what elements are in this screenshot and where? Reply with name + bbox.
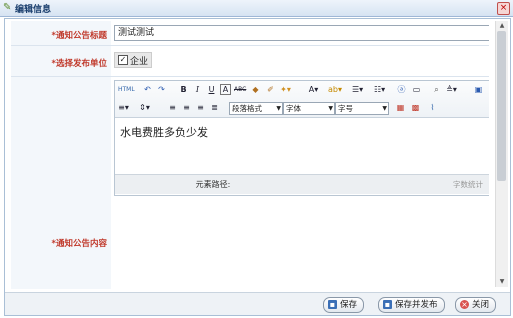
close-icon: × [460,300,469,309]
form-area: *通知公告标题 测试测试 *选择发布单位 ✓ 企业 *通知公告内容 HTML ↶ [11,21,489,289]
indent-icon[interactable]: ⇕▾ [139,102,150,113]
font-family-select[interactable]: 字体 ▼ [283,102,335,115]
image-icon[interactable]: ▦ [395,102,406,113]
unordered-list-icon[interactable]: ☷▾ [374,84,385,95]
strikethrough-icon[interactable]: ABC [234,84,246,95]
ordered-list-icon[interactable]: ☰▾ [352,84,363,95]
font-size-select[interactable]: 字号 ▼ [335,102,389,115]
italic-icon[interactable]: I [192,84,203,95]
content-label: *通知公告内容 [51,239,107,249]
link-icon[interactable]: ⓐ [396,84,407,95]
close-button[interactable]: × 关闭 [455,297,497,313]
auto-format-icon[interactable]: ✦▾ [280,84,291,95]
content-row: *通知公告内容 HTML ↶ ↷ B I U A ABC ◆ ✐ ✦▾ A▾ a… [11,77,489,289]
editor-toolbar: HTML ↶ ↷ B I U A ABC ◆ ✐ ✦▾ A▾ ab▾ ☰▾ ☷▾… [115,81,489,118]
paragraph-spacing-icon[interactable]: ≡▾ [118,102,129,113]
attachment-icon[interactable]: ⌇ [427,102,438,113]
unit-checkbox-wrap[interactable]: ✓ 企业 [114,52,152,68]
align-justify-icon[interactable]: ≣ [209,102,220,113]
multi-image-icon[interactable]: ▩ [410,102,421,113]
format-brush-icon[interactable]: ✐ [265,84,276,95]
unit-row: *选择发布单位 ✓ 企业 [11,46,489,77]
line-height-icon[interactable]: ≜▾ [446,84,457,95]
title-field-cell: 测试测试 [111,21,489,45]
bold-icon[interactable]: B [178,84,189,95]
undo-icon[interactable]: ↶ [142,84,153,95]
document-icon[interactable]: ▭ [411,84,422,95]
paragraph-format-select[interactable]: 段落格式 ▼ [229,102,283,115]
eraser-icon[interactable]: ◆ [250,84,261,95]
scrollbar-thumb[interactable] [497,31,506,181]
close-icon[interactable]: × [497,2,510,15]
dialog-footer: ▪ 保存 ▪ 保存并发布 × 关闭 [5,292,510,315]
chevron-down-icon: ▼ [382,105,387,112]
font-border-icon[interactable]: A [220,84,231,95]
unit-field-cell: ✓ 企业 [111,46,489,76]
title-label: *通知公告标题 [51,31,107,41]
unit-option-label: 企业 [130,57,149,67]
search-icon[interactable]: ⌕ [431,84,442,95]
save-icon: ▪ [383,300,392,309]
align-left-icon[interactable]: ≡ [167,102,178,113]
rich-text-editor: HTML ↶ ↷ B I U A ABC ◆ ✐ ✦▾ A▾ ab▾ ☰▾ ☷▾… [114,80,489,196]
html-source-icon[interactable]: HTML [118,84,135,95]
editor-content[interactable]: 水电费胜多负少发 [115,118,489,174]
align-center-icon[interactable]: ≡ [181,102,192,113]
scroll-up-icon[interactable]: ▲ [496,21,508,31]
dialog-title: 编辑信息 [15,5,52,15]
font-color-icon[interactable]: A▾ [308,84,319,95]
save-icon: ▪ [328,300,337,309]
content-field-cell: HTML ↶ ↷ B I U A ABC ◆ ✐ ✦▾ A▾ ab▾ ☰▾ ☷▾… [111,77,489,289]
redo-icon[interactable]: ↷ [156,84,167,95]
highlight-color-icon[interactable]: ab▾ [328,84,342,95]
chevron-down-icon: ▼ [276,105,281,112]
unit-label: *选择发布单位 [51,59,107,69]
title-label-cell: *通知公告标题 [11,21,111,45]
checkbox-checked-icon[interactable]: ✓ [118,55,128,65]
dialog-body: *通知公告标题 测试测试 *选择发布单位 ✓ 企业 *通知公告内容 HTML ↶ [4,18,511,316]
scroll-down-icon[interactable]: ▼ [496,277,508,287]
dialog-titlebar: ✎ 编辑信息 × [0,0,513,17]
element-path-label: 元素路径: [195,180,231,189]
fullscreen-icon[interactable]: ▣ [473,84,484,95]
unit-label-cell: *选择发布单位 [11,46,111,76]
word-count-label: 字数统计 [453,180,483,189]
align-right-icon[interactable]: ≡ [195,102,206,113]
save-button[interactable]: ▪ 保存 [323,297,365,313]
chevron-down-icon: ▼ [328,105,333,112]
vertical-scrollbar[interactable]: ▲ ▼ [495,21,508,287]
content-label-cell: *通知公告内容 [11,77,111,289]
title-input[interactable]: 测试测试 [114,25,489,41]
editor-statusbar: 元素路径: 字数统计 [115,174,489,194]
save-publish-button[interactable]: ▪ 保存并发布 [378,297,445,313]
title-row: *通知公告标题 测试测试 [11,21,489,46]
pencil-icon: ✎ [3,2,12,13]
underline-icon[interactable]: U [206,84,217,95]
